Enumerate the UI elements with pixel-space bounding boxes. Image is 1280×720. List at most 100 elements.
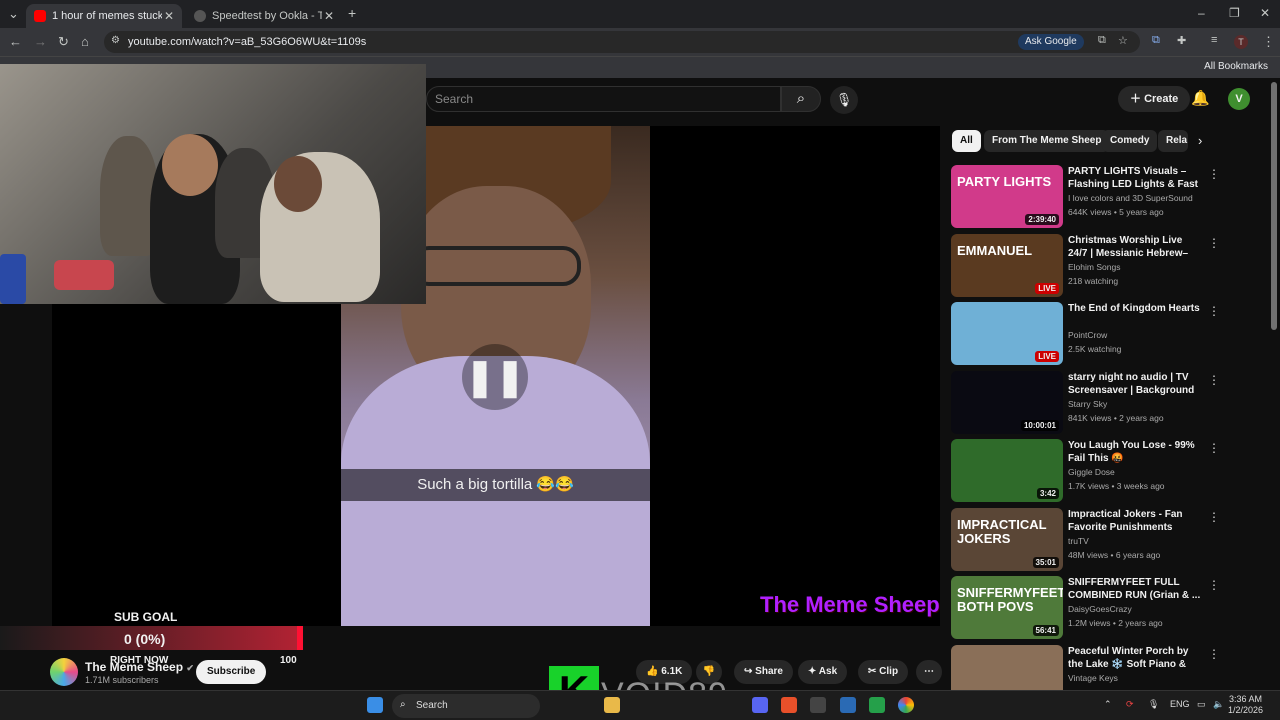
video-channel[interactable]: Giggle Dose [1068, 467, 1115, 477]
recommendation-item[interactable]: SNIFFERMYFEET BOTH POVS 56:41 SNIFFERMYFEE… [951, 576, 1220, 640]
video-thumbnail[interactable]: 3:42 [951, 439, 1063, 502]
chip-from-channel[interactable]: From The Meme Sheep [984, 130, 1110, 152]
volume-icon[interactable]: 🔈 [1213, 699, 1224, 710]
reading-list-icon[interactable]: ≡ [1211, 34, 1217, 46]
maximize-icon[interactable]: ❐ [1229, 6, 1240, 20]
video-title[interactable]: SNIFFERMYFEET FULL COMBINED RUN (Grian &… [1068, 576, 1203, 602]
app-icon[interactable] [840, 697, 856, 713]
video-title[interactable]: PARTY LIGHTS Visuals – Flashing LED Ligh… [1068, 165, 1203, 191]
new-tab-button[interactable]: + [348, 5, 356, 21]
chip-all[interactable]: All [952, 130, 981, 152]
video-thumbnail[interactable]: 10:00:01 [951, 370, 1063, 434]
video-thumbnail[interactable]: SNIFFERMYFEET BOTH POVS 56:41 [951, 576, 1063, 639]
extensions-icon[interactable]: ✚ [1177, 34, 1186, 47]
system-clock[interactable]: 3:36 AM 1/2/2026 [1228, 694, 1263, 716]
video-meta: 218 watching [1068, 275, 1119, 286]
scrollbar[interactable] [1271, 82, 1277, 330]
video-thumbnail[interactable]: PARTY LIGHTS 2:39:40 [951, 165, 1063, 228]
video-thumbnail[interactable]: LIVE [951, 302, 1063, 365]
more-actions-button[interactable]: ⋯ [916, 660, 942, 684]
windows-taskbar: Search ⌕ ⌃ ⟳ 🎙 ENG ▭ 🔈 3:36 AM 1/2/2026 [0, 690, 1280, 720]
discord-icon[interactable] [752, 697, 768, 713]
chip-comedy[interactable]: Comedy [1102, 130, 1158, 152]
close-tab-icon[interactable]: ✕ [164, 9, 174, 23]
recommendation-item[interactable]: 10:00:01 starry night no audio | TV Scree… [951, 370, 1220, 435]
windows-start-icon[interactable] [367, 697, 383, 713]
pause-icon[interactable]: ❚❚ [462, 344, 528, 410]
more-options-icon[interactable]: ⋮ [1208, 647, 1220, 661]
recommendation-item[interactable]: EMMANUEL LIVE Christmas Worship Live 24/7 … [951, 233, 1220, 298]
channel-avatar[interactable] [50, 658, 78, 686]
app-icon[interactable] [810, 697, 826, 713]
more-options-icon[interactable]: ⋮ [1208, 236, 1220, 250]
recommendation-item[interactable]: LIVE The End of Kingdom Hearts PointCrow 2.… [951, 302, 1220, 366]
video-channel[interactable]: I love colors and 3D SuperSound [1068, 193, 1193, 203]
ask-button[interactable]: ✦ Ask [798, 660, 848, 684]
channel-name[interactable]: The Meme Sheep ✔ [85, 660, 194, 674]
video-thumbnail[interactable]: IMPRACTICAL JOKERS 35:01 [951, 507, 1063, 571]
translate-icon[interactable]: ⧉ [1152, 34, 1160, 47]
app-icon[interactable] [869, 697, 885, 713]
notifications-bell-icon[interactable]: 🔔 [1191, 89, 1210, 107]
video-channel[interactable]: Starry Sky [1068, 399, 1107, 409]
chevron-right-icon[interactable]: › [1198, 133, 1202, 148]
more-options-icon[interactable]: ⋮ [1208, 304, 1220, 318]
home-icon[interactable]: ⌂ [81, 34, 89, 49]
back-icon[interactable]: ← [9, 34, 22, 49]
recommendation-item[interactable]: PARTY LIGHTS 2:39:40 PARTY LIGHTS Visuals … [951, 165, 1220, 229]
video-title[interactable]: starry night no audio | TV Screensaver |… [1068, 371, 1203, 397]
bookmark-star-icon[interactable]: ☆ [1118, 34, 1128, 47]
tab-youtube[interactable]: 1 hour of memes stuck on r ✕ [26, 4, 182, 28]
more-options-icon[interactable]: ⋮ [1208, 373, 1220, 387]
close-window-icon[interactable]: ✕ [1260, 6, 1270, 20]
video-channel[interactable]: PointCrow [1068, 330, 1107, 340]
more-options-icon[interactable]: ⋮ [1208, 441, 1220, 455]
clip-button[interactable]: ✂ Clip [858, 660, 909, 684]
network-icon[interactable]: ▭ [1197, 699, 1206, 710]
tray-app-icon[interactable]: ⟳ [1126, 699, 1134, 710]
video-title[interactable]: Impractical Jokers - Fan Favorite Punish… [1068, 508, 1203, 534]
chip-related[interactable]: Rela [1158, 130, 1188, 152]
all-bookmarks[interactable]: All Bookmarks [1204, 61, 1268, 72]
language-indicator[interactable]: ENG [1170, 699, 1190, 709]
chrome-icon[interactable] [898, 697, 914, 713]
subscribe-button[interactable]: Subscribe [196, 660, 267, 684]
video-title[interactable]: The End of Kingdom Hearts [1068, 302, 1203, 328]
tab-speedtest[interactable]: Speedtest by Ookla - The Glob ✕ [186, 4, 342, 28]
search-button[interactable]: ⌕ [781, 86, 821, 112]
create-button[interactable]: ＋ Create [1118, 86, 1191, 112]
taskbar-search[interactable]: Search [392, 694, 540, 718]
search-input[interactable]: Search [426, 86, 781, 112]
voice-search-button[interactable]: 🎙 [830, 86, 858, 114]
recommendation-item[interactable]: IMPRACTICAL JOKERS 35:01 Impractical Joker… [951, 507, 1220, 572]
close-tab-icon[interactable]: ✕ [324, 9, 334, 23]
forward-icon[interactable]: → [34, 34, 47, 49]
ask-google-button[interactable]: Ask Google [1018, 34, 1084, 50]
video-title[interactable]: Peaceful Winter Porch by the Lake ❄️ Sof… [1068, 645, 1203, 671]
install-icon[interactable]: ⧉ [1098, 34, 1106, 47]
more-options-icon[interactable]: ⋮ [1208, 578, 1220, 592]
tab-search-icon[interactable]: ⌄ [8, 6, 19, 22]
microphone-icon[interactable]: 🎙 [1148, 699, 1159, 710]
recommendation-item[interactable]: 3:42 You Laugh You Lose - 99% Fail This 🤬… [951, 439, 1220, 503]
profile-avatar[interactable]: T [1234, 35, 1248, 49]
menu-icon[interactable]: ⋮ [1262, 34, 1275, 50]
address-bar[interactable]: ⚙ youtube.com/watch?v=aB_53G6O6WU&t=1109… [104, 31, 1140, 53]
more-options-icon[interactable]: ⋮ [1208, 167, 1220, 181]
video-channel[interactable]: truTV [1068, 536, 1089, 546]
file-explorer-icon[interactable] [604, 697, 620, 713]
video-meta: 48M views • 6 years ago [1068, 549, 1161, 560]
video-channel[interactable]: DaisyGoesCrazy [1068, 604, 1132, 614]
video-channel[interactable]: Vintage Keys [1068, 673, 1118, 683]
video-title[interactable]: Christmas Worship Live 24/7 | Messianic … [1068, 234, 1203, 260]
site-info-icon[interactable]: ⚙ [111, 35, 120, 46]
video-title[interactable]: You Laugh You Lose - 99% Fail This 🤬 [1068, 439, 1203, 465]
app-icon[interactable] [781, 697, 797, 713]
video-thumbnail[interactable]: EMMANUEL LIVE [951, 233, 1063, 297]
more-options-icon[interactable]: ⋮ [1208, 510, 1220, 524]
account-avatar[interactable]: V [1228, 88, 1250, 110]
tray-chevron-icon[interactable]: ⌃ [1104, 699, 1112, 710]
minimize-icon[interactable]: – [1198, 6, 1205, 20]
reload-icon[interactable]: ↻ [58, 34, 69, 50]
video-channel[interactable]: Elohim Songs [1068, 262, 1120, 272]
